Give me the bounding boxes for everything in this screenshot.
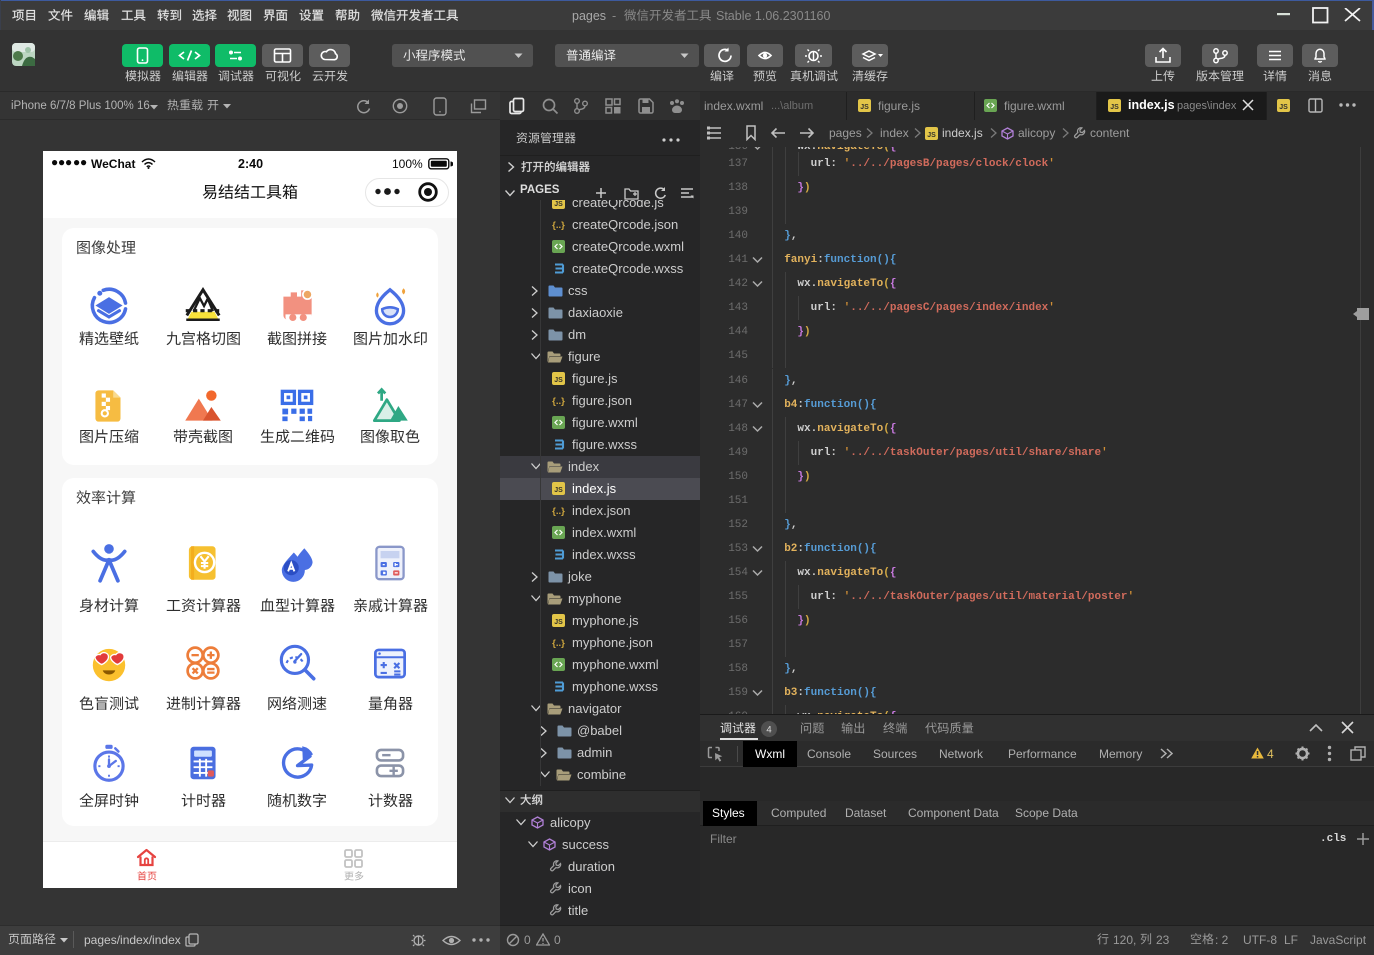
svg-text:JS: JS (554, 201, 563, 208)
svg-text:JS: JS (554, 619, 563, 626)
svg-text:{..}: {..} (552, 396, 565, 407)
svg-text:JS: JS (554, 377, 563, 384)
svg-text:{..}: {..} (552, 220, 565, 231)
svg-text:{..}: {..} (552, 506, 565, 517)
svg-text:4: 4 (766, 725, 771, 736)
svg-text:JS: JS (554, 487, 563, 494)
svg-text:JS: JS (927, 132, 936, 139)
svg-text:JS: JS (1279, 104, 1288, 111)
svg-text:{..}: {..} (552, 638, 565, 649)
svg-text:JS: JS (860, 104, 869, 111)
svg-text:JS: JS (1110, 104, 1119, 111)
